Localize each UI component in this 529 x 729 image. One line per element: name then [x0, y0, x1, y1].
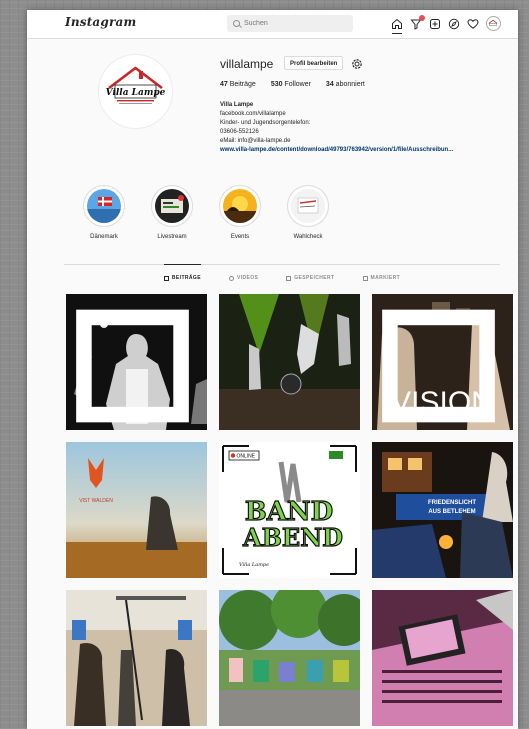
bio-line: facebook.com/villalampe [220, 111, 286, 117]
tab-videos[interactable]: VIDEOS [228, 265, 258, 281]
highlight-events[interactable]: Events [219, 185, 261, 240]
post-tile[interactable]: FRIEDENSLICHT AUS BETLEHEM [372, 442, 513, 578]
instagram-logo[interactable]: Instagram [65, 15, 136, 29]
bio-full-name: Villa Lampe [220, 102, 254, 108]
highlight-label: Livestream [157, 234, 187, 240]
post-tile[interactable]: VIST WALDEN [66, 442, 207, 578]
highlight-label: Wahlcheck [293, 234, 323, 240]
notification-badge [419, 14, 425, 21]
highlight-label: Events [230, 234, 250, 240]
profile-stats: 47 Beiträge 530 Follower 34 abonniert [220, 81, 365, 88]
posts-stat: 47 Beiträge [220, 81, 256, 88]
settings-gear-icon[interactable] [351, 57, 363, 69]
highlight-livestream[interactable]: Livestream [151, 185, 193, 240]
highlight-label: Dänemark [90, 234, 118, 240]
search-box[interactable] [227, 15, 353, 32]
tagged-icon [362, 275, 368, 281]
multiple-photos-icon [382, 309, 495, 423]
tab-beitraege[interactable]: BEITRÄGE [163, 264, 202, 281]
post-tile[interactable]: ONLINE BAND ABEND Villa Lampe [219, 442, 360, 578]
profile-avatar-icon[interactable] [486, 16, 501, 31]
heart-icon[interactable] [467, 18, 479, 30]
bio-website-link[interactable]: www.villa-lampe.de/content/download/4979… [220, 146, 510, 155]
search-input[interactable] [244, 20, 334, 27]
bio-line: 03606-552126 [220, 129, 259, 135]
post-tile[interactable] [66, 590, 207, 726]
home-icon[interactable] [391, 18, 403, 34]
profile-tabs: BEITRÄGE VIDEOS GESPEICHERT MARKIERT [64, 264, 500, 281]
video-icon [228, 275, 234, 281]
highlight-daenemark[interactable]: Dänemark [83, 185, 125, 240]
post-text-walden: VIST WALDEN [79, 498, 113, 504]
instagram-page: Instagram Suchen Villa Lampe villalampe … [27, 10, 518, 729]
new-post-icon[interactable] [429, 18, 441, 30]
grid-icon [163, 275, 169, 281]
search-icon [233, 20, 240, 27]
post-tile[interactable] [372, 590, 513, 726]
profile-avatar[interactable]: Villa Lampe [98, 54, 173, 129]
post-tile[interactable] [219, 590, 360, 726]
story-highlights: Dänemark Livestream Events Wahlcheck [83, 185, 329, 240]
activity-filter-icon[interactable] [410, 14, 425, 30]
followers-stat[interactable]: 530 Follower [271, 81, 311, 88]
bookmark-icon [286, 275, 292, 281]
bio-line: Kinder- und Jugendsorgentelefon: [220, 120, 311, 126]
post-tile[interactable] [66, 294, 207, 430]
post-text-online: ONLINE [237, 454, 256, 460]
profile-header: Villa Lampe villalampe Profil bearbeiten… [27, 39, 518, 171]
tab-markiert[interactable]: MARKIERT [362, 265, 401, 281]
highlight-wahlcheck[interactable]: Wahlcheck [287, 185, 329, 240]
post-tile[interactable]: VISION [372, 294, 513, 430]
bio-line: eMail: info@villa-lampe.de [220, 138, 291, 144]
avatar-logo-text: Villa Lampe [106, 88, 166, 98]
nav-icons [391, 14, 501, 34]
post-tile[interactable] [219, 294, 360, 430]
post-text-abend: ABEND [242, 523, 343, 552]
tab-gespeichert[interactable]: GESPEICHERT [286, 265, 334, 281]
multiple-photos-icon [76, 309, 189, 423]
posts-grid: VISION VIST WALDEN ONLINE BAND ABEND Vil… [66, 294, 513, 726]
top-navigation-bar: Instagram [27, 10, 518, 39]
profile-username: villalampe [220, 57, 274, 71]
edit-profile-button[interactable]: Profil bearbeiten [284, 56, 344, 70]
explore-icon[interactable] [448, 18, 460, 30]
post-text-logo: Villa Lampe [239, 562, 269, 568]
post-text-friedenslicht: FRIEDENSLICHT [428, 500, 476, 506]
following-stat[interactable]: 34 abonniert [326, 81, 365, 88]
profile-bio: Villa Lampe facebook.com/villalampe Kind… [220, 101, 510, 155]
